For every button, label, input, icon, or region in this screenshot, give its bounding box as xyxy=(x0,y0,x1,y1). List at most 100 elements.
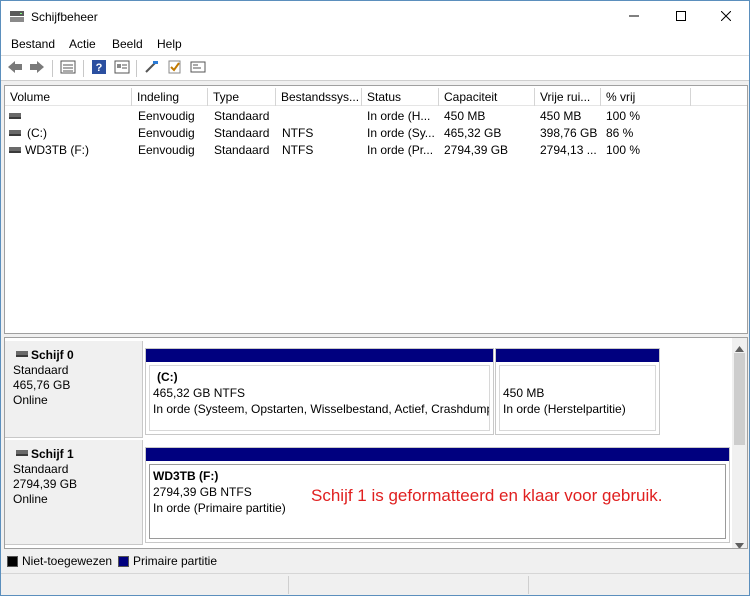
partition-size: 450 MB xyxy=(503,386,545,400)
disk-name: Schijf 0 xyxy=(31,348,74,362)
disk-management-icon xyxy=(9,10,25,23)
window-title: Schijfbeheer xyxy=(31,10,98,24)
partition-size: 465,32 GB NTFS xyxy=(153,386,246,400)
cell-volume: WD3TB (F:) xyxy=(25,143,89,157)
disk-size: 2794,39 GB xyxy=(13,477,78,491)
primary-partition-bar xyxy=(496,349,659,362)
cell-status: In orde (Pr... xyxy=(367,143,434,157)
cell-vrije-ruimte: 2794,13 ... xyxy=(540,143,597,157)
status-bar xyxy=(1,573,749,595)
partition-title: WD3TB (F:) xyxy=(153,469,219,483)
column-capaciteit[interactable]: Capaciteit xyxy=(439,88,535,106)
disk-name: Schijf 1 xyxy=(31,447,74,461)
minimize-icon xyxy=(629,10,639,24)
legend-swatch xyxy=(118,555,129,567)
menu-bar: Bestand Actie Beeld Help xyxy=(1,32,749,56)
close-icon xyxy=(720,10,732,24)
cell-indeling: Eenvoudig xyxy=(138,143,195,157)
disk-icon xyxy=(16,351,28,357)
primary-partition-bar xyxy=(146,349,493,362)
vertical-scrollbar[interactable] xyxy=(732,338,747,548)
back-button[interactable] xyxy=(5,59,25,77)
forward-button[interactable] xyxy=(27,59,47,77)
volume-icon xyxy=(9,130,21,136)
disk-list-button[interactable] xyxy=(58,59,78,77)
legend-unallocated: Niet-toegewezen xyxy=(7,554,112,568)
cell-type: Standaard xyxy=(214,109,270,123)
cell-type: Standaard xyxy=(214,143,270,157)
cell-bestandssysteem: NTFS xyxy=(282,126,314,140)
partition-c[interactable]: (C:) 465,32 GB NTFS In orde (Systeem, Op… xyxy=(145,348,494,435)
menu-bestand[interactable]: Bestand xyxy=(11,37,55,51)
forward-arrow-icon xyxy=(29,60,45,77)
options-button[interactable] xyxy=(188,59,208,77)
cell-percent-vrij: 100 % xyxy=(606,109,641,123)
table-row[interactable]: (C:) Eenvoudig Standaard NTFS In orde (S… xyxy=(5,124,747,141)
partition-recovery[interactable]: 450 MB In orde (Herstelpartitie) xyxy=(495,348,660,435)
menu-actie[interactable]: Actie xyxy=(69,37,96,51)
column-type[interactable]: Type xyxy=(208,88,276,106)
partition-title xyxy=(503,369,655,385)
disk-1-label[interactable]: Schijf 1 Standaard 2794,39 GB Online xyxy=(5,440,143,545)
table-row[interactable]: Eenvoudig Standaard In orde (H... 450 MB… xyxy=(5,107,747,124)
menu-beeld[interactable]: Beeld xyxy=(112,37,143,51)
annotation-text: Schijf 1 is geformatteerd en klaar voor … xyxy=(311,486,663,505)
title-bar[interactable]: Schijfbeheer xyxy=(1,1,749,32)
legend: Niet-toegewezen Primaire partitie xyxy=(1,550,749,572)
legend-label: Primaire partitie xyxy=(133,554,218,568)
legend-label: Niet-toegewezen xyxy=(22,554,113,568)
maximize-icon xyxy=(676,10,686,24)
cell-indeling: Eenvoudig xyxy=(138,126,195,140)
scroll-down-icon[interactable] xyxy=(735,538,744,548)
cell-capaciteit: 2794,39 GB xyxy=(444,143,509,157)
cell-indeling: Eenvoudig xyxy=(138,109,195,123)
scrollbar-thumb[interactable] xyxy=(734,353,745,445)
properties-icon xyxy=(114,60,130,77)
help-button[interactable]: ? xyxy=(89,59,109,77)
column-status[interactable]: Status xyxy=(362,88,439,106)
legend-swatch xyxy=(7,555,18,567)
options-icon xyxy=(190,60,206,77)
close-button[interactable] xyxy=(703,1,749,32)
properties-button[interactable] xyxy=(112,59,132,77)
minimize-button[interactable] xyxy=(611,1,657,32)
legend-primary-partition: Primaire partitie xyxy=(118,554,217,568)
disk-state: Online xyxy=(13,393,48,407)
cell-percent-vrij: 100 % xyxy=(606,143,641,157)
disk-state: Online xyxy=(13,492,48,506)
maximize-button[interactable] xyxy=(658,1,704,32)
cell-percent-vrij: 86 % xyxy=(606,126,634,140)
help-icon: ? xyxy=(91,59,107,78)
disk-type: Standaard xyxy=(13,363,69,377)
column-vrije-ruimte[interactable]: Vrije rui... xyxy=(535,88,601,106)
cell-vrije-ruimte: 398,76 GB xyxy=(540,126,598,140)
svg-text:?: ? xyxy=(96,62,103,74)
connect-disk-button[interactable] xyxy=(142,59,162,77)
column-volume[interactable]: Volume xyxy=(5,88,132,106)
volume-list: Volume Indeling Type Bestandssys... Stat… xyxy=(4,85,748,334)
connect-disk-icon xyxy=(144,60,160,77)
check-button[interactable] xyxy=(165,59,185,77)
primary-partition-bar xyxy=(146,448,729,461)
disk-0-label[interactable]: Schijf 0 Standaard 465,76 GB Online xyxy=(5,341,143,438)
check-icon xyxy=(167,60,183,77)
menu-help[interactable]: Help xyxy=(157,37,182,51)
partition-status: In orde (Systeem, Opstarten, Wisselbesta… xyxy=(153,402,490,416)
disk-type: Standaard xyxy=(13,462,69,476)
cell-status: In orde (Sy... xyxy=(367,126,435,140)
disk-graphical-pane: Schijf 0 Standaard 465,76 GB Online (C:)… xyxy=(4,337,748,549)
cell-capaciteit: 450 MB xyxy=(444,109,486,123)
cell-capaciteit: 465,32 GB xyxy=(444,126,502,140)
table-row[interactable]: WD3TB (F:) Eenvoudig Standaard NTFS In o… xyxy=(5,141,747,158)
cell-bestandssysteem: NTFS xyxy=(282,143,314,157)
cell-type: Standaard xyxy=(214,126,270,140)
column-indeling[interactable]: Indeling xyxy=(132,88,208,106)
cell-vrije-ruimte: 450 MB xyxy=(540,109,582,123)
disk-icon xyxy=(16,450,28,456)
disk-size: 465,76 GB xyxy=(13,378,71,392)
partition-status: In orde (Herstelpartitie) xyxy=(503,402,626,416)
column-percent-vrij[interactable]: % vrij xyxy=(601,88,691,106)
column-bestandssysteem[interactable]: Bestandssys... xyxy=(276,88,362,106)
back-arrow-icon xyxy=(7,60,23,77)
toolbar: ? xyxy=(1,56,749,81)
